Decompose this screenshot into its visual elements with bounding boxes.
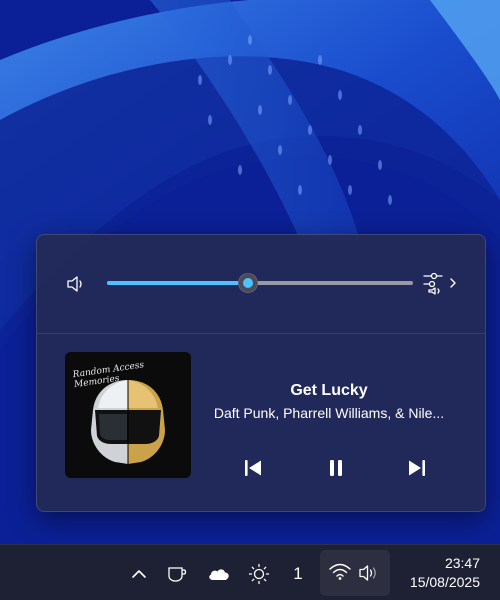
speaker-icon[interactable] [66,275,86,293]
track-title: Get Lucky [290,382,368,399]
quick-settings-button[interactable] [320,550,390,596]
speaker-icon [359,565,376,581]
volume-slider-fill [107,281,248,285]
previous-track-button[interactable] [239,454,267,482]
notification-count[interactable]: 1 [288,563,308,585]
wifi-icon [329,563,351,577]
chevron-up-icon [132,570,146,578]
sound-mixer-button[interactable] [419,271,459,295]
pause-button[interactable] [322,454,350,482]
volume-slider-thumb[interactable] [237,273,258,293]
onedrive-tray-button[interactable] [206,563,232,585]
volume-slider[interactable] [107,273,413,293]
previous-track-icon [245,460,261,476]
clock-time: 23:47 [444,555,480,571]
pause-icon [330,460,342,476]
sound-mixer-icon [423,272,443,295]
media-controls: Random Access Memories Get Lucky Daft Pu… [37,334,485,512]
show-hidden-icons-button[interactable] [128,563,150,585]
taskbar: 1 23:47 15/08/2025 [0,544,500,600]
next-track-button[interactable] [403,454,431,482]
album-art: Random Access Memories [65,352,191,478]
cloud-icon [209,569,229,580]
taskbar-clock[interactable]: 23:47 15/08/2025 [396,554,480,592]
volume-row [37,235,485,333]
next-track-icon [409,460,425,476]
tray-cup-app[interactable] [166,563,190,585]
cup-icon [168,567,187,582]
brightness-tray-button[interactable] [247,563,271,585]
chevron-right-icon [450,278,456,288]
volume-media-flyout: Random Access Memories Get Lucky Daft Pu… [36,234,486,512]
track-artist: Daft Punk, Pharrell Williams, & Nile... [213,405,445,421]
clock-date: 15/08/2025 [409,574,480,590]
brightness-icon [248,563,270,585]
